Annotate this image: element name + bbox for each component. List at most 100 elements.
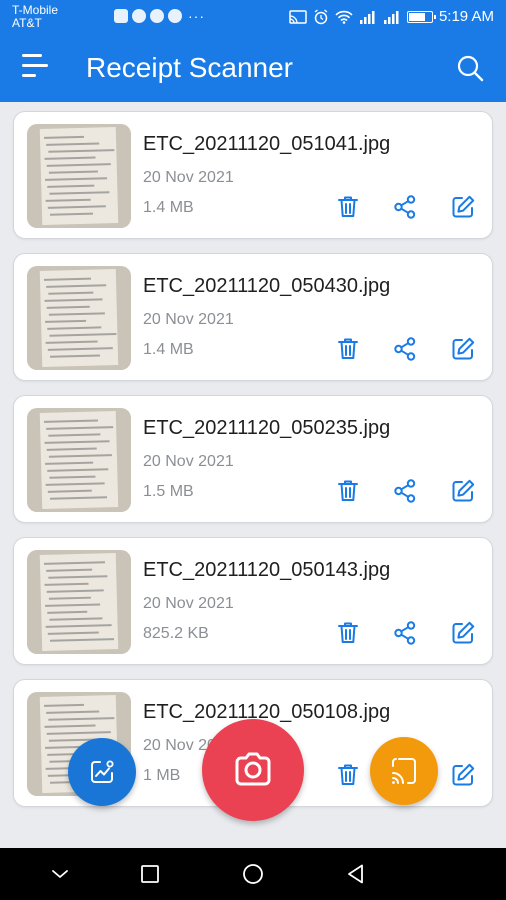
receipt-text-line [48, 291, 94, 295]
delete-icon[interactable] [335, 336, 361, 362]
cast-icon [289, 9, 307, 24]
receipt-text-line [47, 489, 92, 493]
receipt-card[interactable]: ETC_20211120_051041.jpg 20 Nov 2021 1.4 … [13, 111, 493, 239]
receipt-text-line [43, 561, 105, 565]
receipt-text-line [47, 326, 102, 330]
notifications-chevron-icon[interactable] [48, 862, 72, 886]
receipt-file-name: ETC_20211120_050143.jpg [143, 559, 391, 581]
edit-icon[interactable] [450, 478, 476, 504]
receipt-thumbnail[interactable] [27, 550, 131, 654]
receipt-text-line [44, 298, 103, 302]
receipt-text-line [48, 454, 112, 458]
receipt-date: 20 Nov 2021 [143, 169, 234, 186]
share-icon[interactable] [392, 478, 418, 504]
receipt-text-line [43, 703, 85, 707]
receipt-text-line [44, 440, 110, 444]
receipt-text-line [47, 610, 88, 614]
carrier-secondary: AT&T [12, 16, 42, 30]
more-notifications-icon: ··· [188, 8, 205, 24]
menu-icon-line [22, 74, 36, 77]
home-icon[interactable] [241, 862, 265, 886]
delete-icon[interactable] [335, 620, 361, 646]
receipt-text-line [46, 731, 111, 735]
receipt-text-line [45, 603, 101, 607]
system-status: 5:19 AM [289, 8, 494, 25]
receipt-date: 20 Nov 2021 [143, 311, 234, 328]
share-icon[interactable] [392, 194, 418, 220]
share-icon[interactable] [392, 336, 418, 362]
receipt-card[interactable]: ETC_20211120_050430.jpg 20 Nov 2021 1.4 … [13, 253, 493, 381]
receipt-text-line [46, 710, 100, 714]
battery-icon [406, 10, 436, 23]
receipt-text-line [47, 631, 99, 635]
skype-icon [132, 9, 146, 23]
delete-icon[interactable] [335, 478, 361, 504]
receipt-text-line [48, 433, 101, 437]
receipt-text-line [49, 638, 115, 642]
clock: 5:19 AM [438, 8, 494, 25]
receipt-text-line [48, 312, 105, 316]
receipt-text-line [45, 461, 94, 465]
system-navigation-bar [0, 848, 506, 900]
delete-icon[interactable] [335, 762, 361, 788]
receipt-text-line [43, 135, 85, 139]
app-bar: Receipt Scanner [0, 34, 506, 102]
receipt-thumbnail[interactable] [27, 266, 131, 370]
edit-icon[interactable] [450, 620, 476, 646]
receipt-text-line [48, 596, 91, 600]
receipt-text-line [49, 191, 110, 195]
import-icon [392, 758, 416, 784]
receipt-text-line [48, 170, 98, 174]
receipt-text-line [46, 568, 93, 572]
analytics-button[interactable] [68, 738, 136, 806]
receipt-thumbnail[interactable] [27, 124, 131, 228]
delete-icon[interactable] [335, 194, 361, 220]
receipt-text-line [49, 354, 101, 358]
receipt-text-line [47, 347, 113, 351]
receipt-paper-image [39, 269, 119, 367]
analytics-icon [91, 760, 114, 783]
receipt-paper-image [39, 411, 119, 509]
receipt-text-line [47, 184, 95, 188]
camera-icon [235, 752, 271, 786]
receipt-text-line [43, 277, 92, 281]
receipt-paper-image [39, 127, 119, 225]
receipt-file-size: 1.4 MB [143, 199, 194, 216]
receipt-text-line [45, 482, 105, 486]
receipt-file-size: 825.2 KB [143, 625, 209, 642]
back-icon[interactable] [344, 862, 368, 886]
battery-level-fill [408, 12, 426, 21]
recents-icon[interactable] [138, 862, 162, 886]
receipt-thumbnail[interactable] [27, 408, 131, 512]
receipt-text-line [46, 589, 104, 593]
receipt-text-line [49, 496, 108, 500]
edit-icon[interactable] [450, 762, 476, 788]
receipt-text-line [45, 177, 108, 181]
receipt-text-line [48, 717, 115, 721]
import-button[interactable] [370, 737, 438, 805]
scan-receipt-button[interactable] [202, 719, 304, 821]
edit-icon[interactable] [450, 336, 476, 362]
receipt-text-line [49, 212, 94, 216]
receipt-text-line [44, 582, 89, 586]
receipt-text-line [44, 724, 96, 728]
receipt-text-line [46, 142, 100, 146]
receipt-text-line [45, 624, 112, 628]
messenger-icon [150, 9, 164, 23]
receipt-card[interactable]: ETC_20211120_050235.jpg 20 Nov 2021 1.5 … [13, 395, 493, 523]
receipt-card[interactable]: ETC_20211120_050143.jpg 20 Nov 2021 825.… [13, 537, 493, 665]
share-icon[interactable] [392, 620, 418, 646]
menu-button[interactable] [22, 54, 50, 80]
carrier-info: T-Mobile AT&T [12, 4, 58, 30]
signal-icon-secondary [383, 10, 399, 24]
receipt-text-line [49, 475, 96, 479]
receipt-paper-image [39, 553, 119, 651]
edit-icon[interactable] [450, 194, 476, 220]
receipt-text-line [48, 575, 108, 579]
notification-icons: ··· [114, 9, 205, 23]
receipt-text-line [46, 305, 90, 309]
search-icon[interactable] [456, 54, 484, 82]
receipt-text-line [46, 447, 97, 451]
receipt-date: 20 Nov 2021 [143, 453, 234, 470]
receipt-file-name: ETC_20211120_050430.jpg [143, 275, 391, 297]
